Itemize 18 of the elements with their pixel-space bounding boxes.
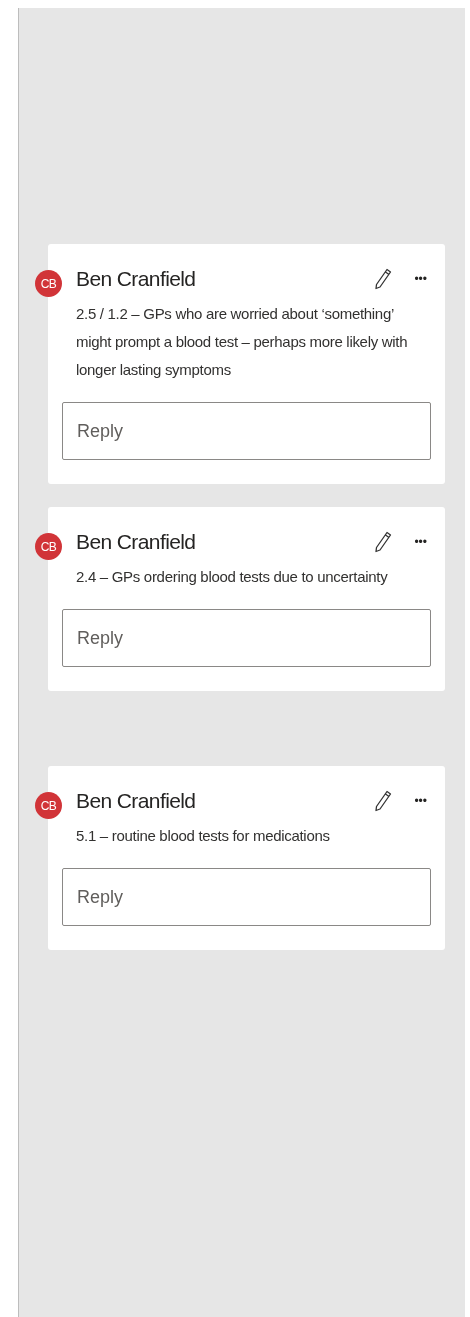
pencil-icon[interactable] — [374, 531, 393, 553]
more-options-button[interactable]: ••• — [410, 535, 431, 549]
author-name: Ben Cranfield — [76, 530, 197, 554]
comment-text: 2.4 – GPs ordering blood tests due to uncertainty — [76, 567, 389, 587]
reply-field[interactable]: Reply — [62, 609, 431, 667]
avatar: CB — [35, 270, 62, 297]
reply-field[interactable]: Reply — [62, 868, 431, 926]
more-options-button[interactable]: ••• — [410, 272, 431, 286]
comment-text: 5.1 – routine blood tests for medications — [76, 826, 331, 846]
pencil-icon[interactable] — [374, 268, 393, 290]
author-name: Ben Cranfield — [76, 789, 197, 813]
reply-field[interactable]: Reply — [62, 402, 431, 460]
more-options-button[interactable]: ••• — [410, 794, 431, 808]
author-name: Ben Cranfield — [76, 267, 197, 291]
avatar: CB — [35, 533, 62, 560]
comment-text: 2.5 / 1.2 – GPs who are worried about ‘something’ might prompt a blood test – perhaps more likely with longer lasting symptoms — [76, 304, 409, 380]
avatar: CB — [35, 792, 62, 819]
pencil-icon[interactable] — [374, 790, 393, 812]
